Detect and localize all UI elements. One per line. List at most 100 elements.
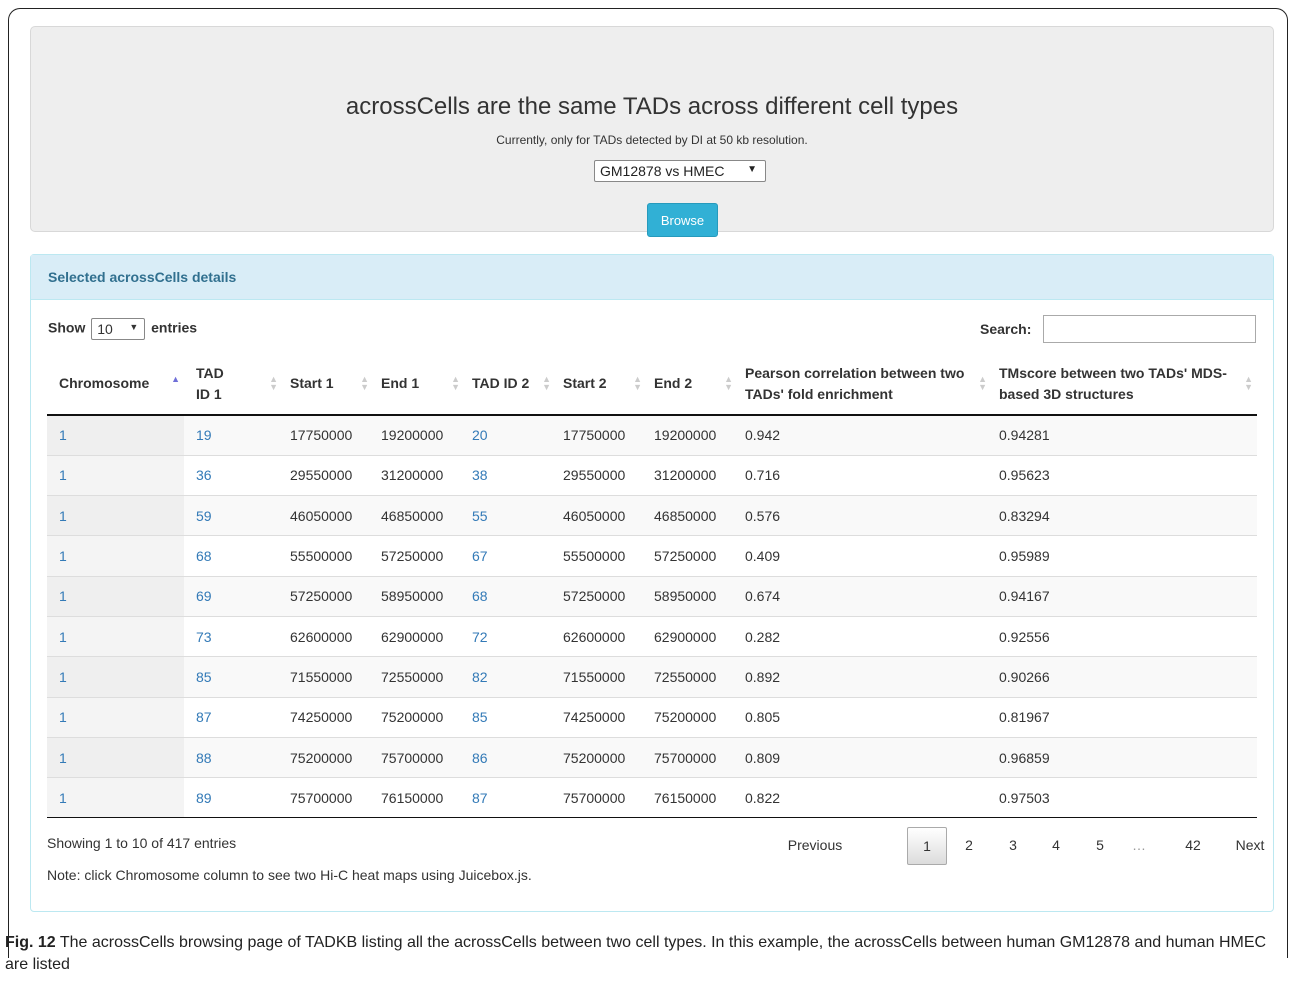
pagination-previous-button[interactable]: Previous bbox=[785, 827, 845, 865]
table-cell-link[interactable]: 73 bbox=[196, 629, 212, 645]
table-cell[interactable]: 85 bbox=[184, 656, 282, 698]
table-cell-link[interactable]: 68 bbox=[472, 588, 488, 604]
table-cell-link[interactable]: 1 bbox=[59, 790, 67, 806]
column-header[interactable]: Start 1 ▲ ▼ bbox=[282, 353, 373, 416]
table-cell[interactable]: 20 bbox=[464, 414, 555, 456]
table-cell-link[interactable]: 1 bbox=[59, 467, 67, 483]
table-cell-link[interactable]: 1 bbox=[59, 709, 67, 725]
pagination-page-2[interactable]: 2 bbox=[951, 827, 987, 865]
table-cell[interactable]: 87 bbox=[464, 777, 555, 819]
pagination-page-4[interactable]: 4 bbox=[1038, 827, 1074, 865]
table-cell-link[interactable]: 59 bbox=[196, 508, 212, 524]
header-jumbotron: acrossCells are the same TADs across dif… bbox=[30, 26, 1274, 237]
table-cell[interactable]: 1 bbox=[47, 615, 184, 657]
pagination-page-5[interactable]: 5 bbox=[1082, 827, 1118, 865]
table-cell-link[interactable]: 1 bbox=[59, 548, 67, 564]
entries-select[interactable]: 10 ▼ bbox=[91, 318, 146, 340]
table-cell-link[interactable]: 1 bbox=[59, 669, 67, 685]
column-header[interactable]: End 2 ▲ ▼ bbox=[646, 353, 737, 416]
table-cell[interactable]: 1 bbox=[47, 736, 184, 778]
pagination-next-button[interactable]: Next bbox=[1225, 827, 1275, 865]
table-cell-link[interactable]: 1 bbox=[59, 750, 67, 766]
search-input[interactable] bbox=[1043, 315, 1256, 343]
table-cell-link[interactable]: 1 bbox=[59, 508, 67, 524]
table-cell: 0.809 bbox=[737, 736, 991, 778]
column-header[interactable]: TAD ID 2 ▲ ▼ bbox=[464, 353, 555, 416]
table-cell-link[interactable]: 85 bbox=[472, 709, 488, 725]
table-cell[interactable]: 67 bbox=[464, 535, 555, 577]
table-cell-link[interactable]: 89 bbox=[196, 790, 212, 806]
column-header-label: TMscore between two TADs' MDS-based 3D s… bbox=[999, 364, 1227, 402]
table-cell[interactable]: 68 bbox=[464, 575, 555, 617]
table-cell-link[interactable]: 1 bbox=[59, 588, 67, 604]
table-cell[interactable]: 1 bbox=[47, 777, 184, 819]
browse-button[interactable]: Browse bbox=[647, 203, 718, 237]
table-cell-link[interactable]: 36 bbox=[196, 467, 212, 483]
column-header[interactable]: Chromosome ▲ bbox=[47, 353, 184, 416]
table-cell[interactable]: 55 bbox=[464, 495, 555, 536]
table-cell: 29550000 bbox=[555, 454, 646, 496]
table-cell-link[interactable]: 69 bbox=[196, 588, 212, 604]
table-cell-link[interactable]: 1 bbox=[59, 427, 67, 443]
column-header-label: Start 1 bbox=[290, 375, 334, 391]
column-header[interactable]: Start 2 ▲ ▼ bbox=[555, 353, 646, 416]
table-cell[interactable]: 72 bbox=[464, 615, 555, 657]
table-cell[interactable]: 19 bbox=[184, 414, 282, 456]
table-cell-link[interactable]: 88 bbox=[196, 750, 212, 766]
table-cell-link[interactable]: 1 bbox=[59, 629, 67, 645]
table-cell-link[interactable]: 67 bbox=[472, 548, 488, 564]
table-cell-link[interactable]: 68 bbox=[196, 548, 212, 564]
table-cell[interactable]: 1 bbox=[47, 495, 184, 536]
table-cell-link[interactable]: 19 bbox=[196, 427, 212, 443]
entries-length-control: Show 10 ▼ entries bbox=[48, 318, 197, 340]
table-cell-link[interactable]: 72 bbox=[472, 629, 488, 645]
table-cell-link[interactable]: 55 bbox=[472, 508, 488, 524]
table-cell[interactable]: 1 bbox=[47, 454, 184, 496]
table-cell[interactable]: 1 bbox=[47, 575, 184, 617]
column-header[interactable]: TMscore between two TADs' MDS-based 3D s… bbox=[991, 353, 1257, 416]
column-header[interactable]: TAD ID 1 ▲ ▼ bbox=[184, 353, 282, 416]
table-cell[interactable]: 38 bbox=[464, 454, 555, 496]
table-row: 1 87 74250000 75200000 85 74250000 75200000 0.8… bbox=[47, 696, 1257, 738]
table-cell-link[interactable]: 86 bbox=[472, 750, 488, 766]
sort-icon: ▲ ▼ bbox=[451, 374, 460, 392]
table-cell-link[interactable]: 87 bbox=[472, 790, 488, 806]
table-cell-link[interactable]: 82 bbox=[472, 669, 488, 685]
table-cell: 71550000 bbox=[282, 656, 373, 698]
table-cell[interactable]: 68 bbox=[184, 535, 282, 577]
table-cell[interactable]: 87 bbox=[184, 696, 282, 738]
table-cell[interactable]: 82 bbox=[464, 656, 555, 698]
table-cell[interactable]: 36 bbox=[184, 454, 282, 496]
table-cell[interactable]: 89 bbox=[184, 777, 282, 819]
table-cell-link[interactable]: 38 bbox=[472, 467, 488, 483]
table-cell[interactable]: 1 bbox=[47, 656, 184, 698]
table-cell-link[interactable]: 85 bbox=[196, 669, 212, 685]
column-header[interactable]: Pearson correlation between two TADs' fo… bbox=[737, 353, 991, 416]
pagination-page-3[interactable]: 3 bbox=[995, 827, 1031, 865]
table-cell[interactable]: 1 bbox=[47, 414, 184, 456]
pagination-page-1[interactable]: 1 bbox=[907, 827, 947, 865]
table-cell[interactable]: 88 bbox=[184, 736, 282, 778]
pagination-page-42[interactable]: 42 bbox=[1173, 827, 1213, 865]
figure-caption: Fig. 12 The acrossCells browsing page of… bbox=[5, 932, 1285, 976]
table-cell: 0.822 bbox=[737, 777, 991, 819]
table-cell: 0.716 bbox=[737, 454, 991, 496]
sort-icon: ▲ ▼ bbox=[1244, 374, 1253, 392]
table-cell[interactable]: 86 bbox=[464, 736, 555, 778]
table-cell[interactable]: 69 bbox=[184, 575, 282, 617]
table-cell[interactable]: 1 bbox=[47, 535, 184, 577]
table-cell[interactable]: 73 bbox=[184, 615, 282, 657]
table-cell-link[interactable]: 87 bbox=[196, 709, 212, 725]
table-cell[interactable]: 1 bbox=[47, 696, 184, 738]
table-cell: 19200000 bbox=[646, 414, 737, 456]
column-header-label: Pearson correlation between two TADs' fo… bbox=[745, 364, 965, 402]
table-row: 1 88 75200000 75700000 86 75200000 75700000 0.8… bbox=[47, 736, 1257, 778]
table-cell[interactable]: 85 bbox=[464, 696, 555, 738]
table-cell: 57250000 bbox=[373, 535, 464, 577]
table-cell: 72550000 bbox=[373, 656, 464, 698]
table-cell: 75200000 bbox=[282, 736, 373, 778]
table-cell-link[interactable]: 20 bbox=[472, 427, 488, 443]
cell-pair-select[interactable]: GM12878 vs HMEC ▼ bbox=[594, 160, 766, 182]
column-header[interactable]: End 1 ▲ ▼ bbox=[373, 353, 464, 416]
table-cell[interactable]: 59 bbox=[184, 495, 282, 536]
